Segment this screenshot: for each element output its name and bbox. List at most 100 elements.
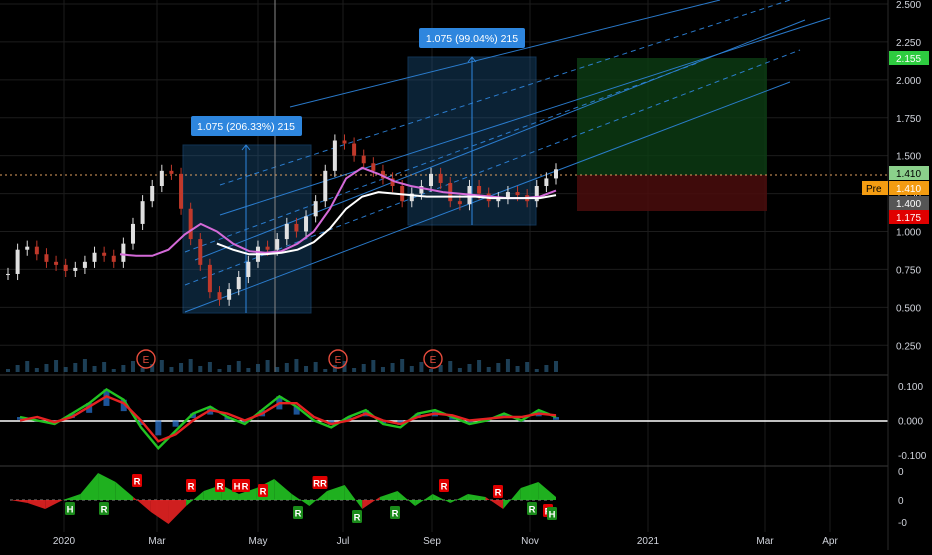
candle-body[interactable] <box>54 261 59 265</box>
candle-body[interactable] <box>63 264 68 271</box>
volume-bar <box>467 364 472 372</box>
chart-container[interactable]: 1.075 (206.33%) 215 1.075 (99.04%) 215 E… <box>0 0 932 550</box>
signal-marker[interactable]: R <box>240 479 250 493</box>
volume-bar <box>217 369 222 372</box>
volume-bar <box>198 366 203 372</box>
signal-text: RR <box>313 479 327 490</box>
volume-bar <box>361 364 366 372</box>
volume-bar <box>121 365 126 372</box>
signal-marker[interactable]: R <box>352 510 362 524</box>
chart-canvas[interactable]: 1.075 (206.33%) 215 1.075 (99.04%) 215 E… <box>0 0 932 550</box>
candle-body[interactable] <box>352 143 357 156</box>
candle-body[interactable] <box>275 239 280 250</box>
price-tick-label: 1.750 <box>896 114 921 125</box>
candle-body[interactable] <box>159 170 164 186</box>
candle-body[interactable] <box>342 140 347 144</box>
svg-text:1.075 (99.04%) 215: 1.075 (99.04%) 215 <box>426 33 518 45</box>
time-tick-label: Nov <box>521 536 539 547</box>
volume-bar <box>63 367 68 372</box>
price-tick-label: 1.000 <box>896 228 921 239</box>
volume-bar <box>188 359 193 372</box>
candle-body[interactable] <box>44 254 49 262</box>
candle-body[interactable] <box>179 173 184 209</box>
candle-body[interactable] <box>130 223 135 244</box>
candle-body[interactable] <box>6 273 10 275</box>
volume-bar <box>284 363 289 372</box>
candle-body[interactable] <box>323 170 328 202</box>
time-tick-label: May <box>249 536 268 547</box>
time-tick-label: 2021 <box>637 536 660 547</box>
candle-body[interactable] <box>102 252 107 256</box>
signal-marker[interactable]: R <box>132 474 142 488</box>
signal-marker[interactable]: R <box>215 479 225 493</box>
candle-body[interactable] <box>15 249 20 274</box>
volume-bar <box>73 363 78 372</box>
candle-body[interactable] <box>82 261 87 268</box>
candle-body[interactable] <box>457 201 462 205</box>
signal-marker[interactable]: R <box>527 502 537 516</box>
candle-body[interactable] <box>313 201 318 217</box>
volume-bar <box>265 360 270 372</box>
candle-body[interactable] <box>140 201 145 224</box>
volume-bar <box>390 363 395 372</box>
candle-body[interactable] <box>477 186 482 194</box>
signal-marker[interactable]: R <box>390 506 400 520</box>
signal-marker[interactable]: R <box>293 506 303 520</box>
candle-body[interactable] <box>34 246 39 255</box>
volume-bar <box>54 360 59 372</box>
volume-bar <box>323 369 328 372</box>
volume-bar <box>6 369 10 372</box>
signal-marker[interactable]: R <box>258 484 268 498</box>
candle-body[interactable] <box>227 289 232 300</box>
candle-body[interactable] <box>515 192 520 196</box>
signal-text: R <box>441 482 448 493</box>
candle-body[interactable] <box>371 163 376 171</box>
volume-bar <box>255 364 260 372</box>
candle-body[interactable] <box>284 223 289 240</box>
long-position-stop-zone[interactable] <box>577 175 767 211</box>
time-tick-label: Sep <box>423 536 441 547</box>
candle-body[interactable] <box>332 140 337 171</box>
candle-body[interactable] <box>217 292 222 300</box>
measure-label-1[interactable]: 1.075 (206.33%) 215 <box>191 116 302 136</box>
signal-marker[interactable]: H <box>65 502 75 516</box>
oscillator-tick-label: 0.100 <box>898 382 923 393</box>
candle-body[interactable] <box>304 216 309 232</box>
volume-bar <box>275 367 280 372</box>
candle-body[interactable] <box>438 173 443 183</box>
candle-body[interactable] <box>429 173 434 186</box>
signal-marker[interactable]: R <box>186 479 196 493</box>
candle-body[interactable] <box>111 255 116 262</box>
volume-bar <box>505 359 510 372</box>
price-tick-label: 2.250 <box>896 38 921 49</box>
candle-body[interactable] <box>25 246 30 250</box>
signal-marker[interactable]: R <box>99 502 109 516</box>
candle-body[interactable] <box>188 208 193 240</box>
long-position-target-zone[interactable] <box>577 58 767 175</box>
candle-body[interactable] <box>294 223 299 232</box>
signal-text: R <box>217 482 224 493</box>
signal-text: H <box>67 505 74 516</box>
candle-body[interactable] <box>150 186 155 202</box>
svg-text:1.075 (206.33%) 215: 1.075 (206.33%) 215 <box>197 121 295 133</box>
measure-label-2[interactable]: 1.075 (99.04%) 215 <box>419 28 525 48</box>
candle-body[interactable] <box>169 170 174 174</box>
signal-marker[interactable]: H <box>547 507 557 521</box>
candle-body[interactable] <box>92 252 97 262</box>
candle-body[interactable] <box>554 169 558 179</box>
candle-body[interactable] <box>544 178 549 186</box>
candle-body[interactable] <box>121 243 126 262</box>
volume-bar <box>111 369 116 372</box>
signal-marker[interactable]: R <box>493 485 503 499</box>
candle-body[interactable] <box>198 239 203 265</box>
candle-body[interactable] <box>361 155 366 164</box>
signal-marker[interactable]: R <box>439 479 449 493</box>
candle-body[interactable] <box>246 261 251 277</box>
histogram-tick-label: 0 <box>898 496 904 507</box>
candle-body[interactable] <box>265 246 270 250</box>
candle-body[interactable] <box>236 277 241 290</box>
candle-body[interactable] <box>73 267 78 271</box>
volume-bar <box>477 360 482 372</box>
candle-body[interactable] <box>207 264 212 293</box>
signal-marker[interactable]: RR <box>312 476 328 490</box>
